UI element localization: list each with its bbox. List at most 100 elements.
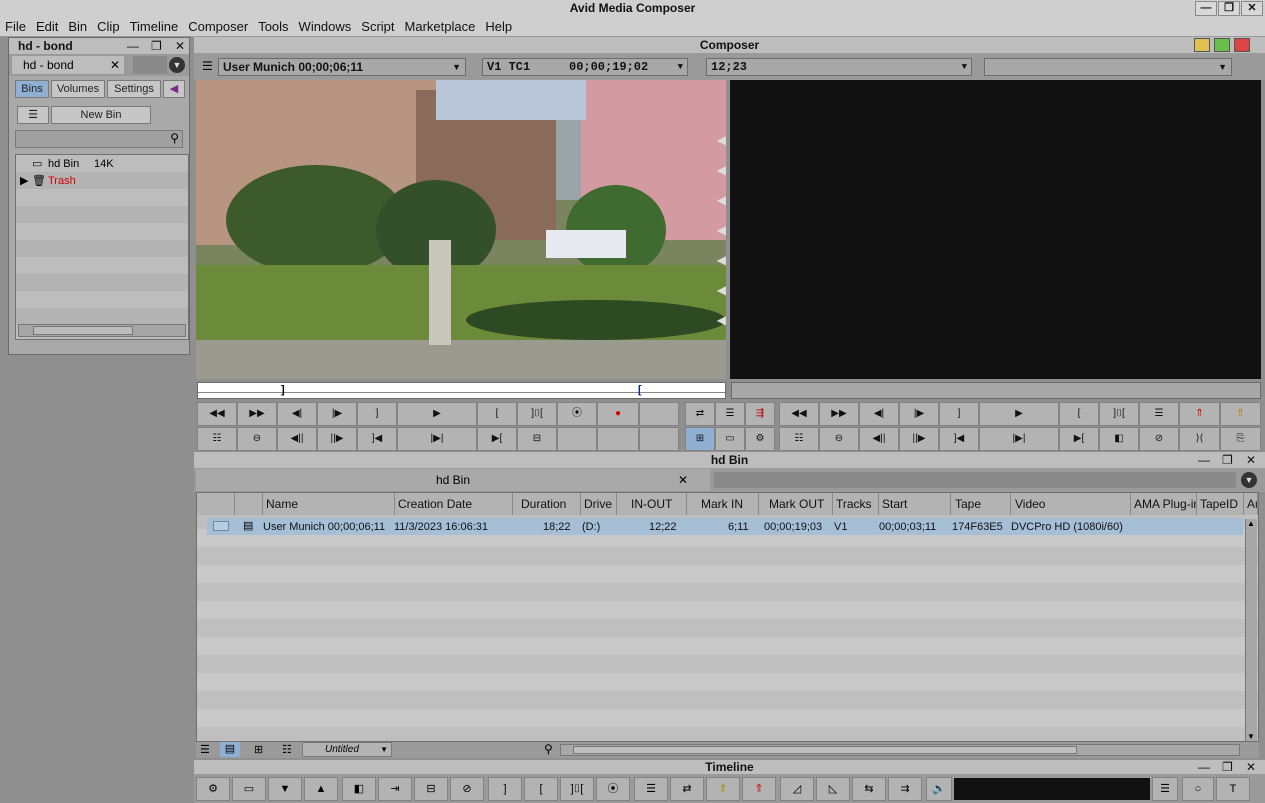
mark-out-button[interactable]: ]: [357, 402, 397, 426]
record-monitor[interactable]: [730, 80, 1261, 379]
sync-button[interactable]: ⊟: [517, 427, 557, 451]
column-header-icon[interactable]: [235, 493, 263, 515]
bin-horizontal-scrollbar[interactable]: [560, 744, 1240, 756]
tab-volumes[interactable]: Volumes: [51, 80, 105, 98]
menu-timeline[interactable]: Timeline: [125, 17, 184, 37]
menu-clip[interactable]: Clip: [92, 17, 124, 37]
close-button[interactable]: ✕: [1241, 1, 1263, 16]
scroll-thumb[interactable]: [573, 746, 1077, 754]
project-close-button[interactable]: ✕: [175, 38, 185, 54]
record-go-in-button[interactable]: ]◀: [939, 427, 979, 451]
timeline-monitor-icon[interactable]: ▭: [232, 777, 266, 801]
fast-menu-icon[interactable]: ☰: [202, 59, 213, 73]
record-step-forward-button[interactable]: |▶: [899, 402, 939, 426]
record-mark-clip-button[interactable]: ]⌷[: [1099, 402, 1139, 426]
record-link-button[interactable]: ⊖: [819, 427, 859, 451]
empty-button-3[interactable]: [597, 427, 639, 451]
record-mark-out-button[interactable]: ]: [939, 402, 979, 426]
timeline-down-icon[interactable]: ▼: [268, 777, 302, 801]
position-indicator[interactable]: [: [638, 384, 642, 396]
list-item[interactable]: ▶ 🗑 Trash: [20, 174, 180, 189]
timeline-up-icon[interactable]: ▲: [304, 777, 338, 801]
new-bin-button[interactable]: New Bin: [51, 106, 151, 124]
menu-windows[interactable]: Windows: [294, 17, 357, 37]
timeline-segment-red-icon[interactable]: ◺: [816, 777, 850, 801]
search-icon[interactable]: ⚲: [170, 131, 179, 145]
column-header-tape[interactable]: Tape: [951, 493, 1011, 515]
list-item[interactable]: ▭ hd Bin 14K: [20, 157, 180, 172]
timeline-close-button[interactable]: ✕: [1246, 760, 1256, 774]
text-tool-icon[interactable]: T: [1216, 777, 1250, 801]
clear-marks-button[interactable]: ⦿: [557, 402, 597, 426]
column-header-drive[interactable]: Drive: [581, 493, 617, 515]
bin-menu-icon[interactable]: ▼: [1241, 472, 1257, 488]
link-button[interactable]: ⊖: [237, 427, 277, 451]
bin-maximize-button[interactable]: ❐: [1222, 452, 1233, 468]
close-icon[interactable]: ✕: [110, 56, 120, 74]
horizontal-scrollbar[interactable]: [18, 324, 186, 337]
composer-maximize-button[interactable]: [1214, 38, 1230, 52]
timeline-toggle-icon[interactable]: ○: [1182, 777, 1214, 801]
frame-view-icon[interactable]: ⊞: [254, 743, 263, 756]
step-back-button[interactable]: ◀|: [277, 402, 317, 426]
column-header-ama-plugin[interactable]: AMA Plug-in: [1131, 493, 1197, 515]
rewind-button[interactable]: ◀◀: [197, 402, 237, 426]
menu-bin[interactable]: Bin: [63, 17, 92, 37]
mark-clip-button[interactable]: ]⌷[: [517, 402, 557, 426]
timeline-mark-in-icon[interactable]: [: [524, 777, 558, 801]
go-to-in-button[interactable]: ]◀: [357, 427, 397, 451]
project-tab[interactable]: hd - bond ✕: [12, 56, 124, 74]
go-to-out-button[interactable]: ▶[: [477, 427, 517, 451]
bin-minimize-button[interactable]: —: [1198, 452, 1210, 468]
source-clip-menu[interactable]: User Munich 00;00;06;11 ▼: [218, 58, 466, 76]
column-header-audio[interactable]: Au: [1244, 493, 1258, 515]
menu-tools[interactable]: Tools: [253, 17, 293, 37]
record-go-out-button[interactable]: ▶[: [1059, 427, 1099, 451]
splice-in-button[interactable]: ⇄: [685, 402, 715, 426]
column-header-mark-out[interactable]: Mark OUT: [759, 493, 833, 515]
record-extract-button[interactable]: ⇑: [1220, 402, 1261, 426]
speaker-icon[interactable]: 🔈: [926, 777, 952, 801]
timeline-segment-icon[interactable]: ◿: [780, 777, 814, 801]
timeline-mark-clip-icon[interactable]: ]⌷[: [560, 777, 594, 801]
source-position-bar[interactable]: ] [: [197, 382, 726, 399]
tracking-display[interactable]: V1 TC1 00;00;19;02 ▼: [482, 58, 688, 76]
tab-menu-icon[interactable]: ▼: [169, 57, 185, 73]
scroll-thumb[interactable]: [33, 326, 133, 335]
menu-marketplace[interactable]: Marketplace: [400, 17, 481, 37]
script-view-icon[interactable]: ☷: [282, 743, 292, 756]
scroll-down-icon[interactable]: ▼: [1247, 732, 1255, 741]
fast-forward-button[interactable]: ▶▶: [237, 402, 277, 426]
search-icon[interactable]: ⚲: [544, 742, 553, 756]
project-maximize-button[interactable]: ❐: [151, 38, 162, 54]
column-header-start[interactable]: Start: [879, 493, 951, 515]
add-edit-button[interactable]: ◧: [1099, 427, 1139, 451]
column-header-tapeid[interactable]: TapeID: [1197, 493, 1244, 515]
record-next-button[interactable]: ||▶: [899, 427, 939, 451]
menu-edit[interactable]: Edit: [31, 17, 63, 37]
lift-button[interactable]: ⇶: [745, 402, 775, 426]
search-input[interactable]: ⚲: [15, 130, 183, 148]
close-icon[interactable]: ✕: [678, 469, 688, 491]
timeline-extract-icon[interactable]: ⇑: [706, 777, 740, 801]
bin-tab[interactable]: hd Bin ✕: [196, 469, 710, 491]
timeline-effect-icon[interactable]: ◧: [342, 777, 376, 801]
record-button[interactable]: ●: [597, 402, 639, 426]
tab-bins[interactable]: Bins: [15, 80, 49, 98]
match-frame-button[interactable]: ⎘: [1220, 427, 1261, 451]
timeline-no-entry-icon[interactable]: ⊘: [450, 777, 484, 801]
settings-icon[interactable]: ⚙: [745, 427, 775, 451]
timeline-trim-icon[interactable]: ⇉: [888, 777, 922, 801]
expand-icon[interactable]: ▶: [20, 174, 28, 189]
go-prev-button[interactable]: ◀||: [277, 427, 317, 451]
column-header-duration[interactable]: Duration: [513, 493, 581, 515]
empty-button-2[interactable]: [557, 427, 597, 451]
overwrite-button[interactable]: ☰: [715, 402, 745, 426]
record-position-bar[interactable]: [731, 382, 1261, 399]
menu-script[interactable]: Script: [356, 17, 399, 37]
record-fast-forward-button[interactable]: ▶▶: [819, 402, 859, 426]
record-play-to-out-button[interactable]: |▶|: [979, 427, 1059, 451]
text-view-icon[interactable]: ▤: [220, 742, 240, 757]
no-entry-icon[interactable]: ⊘: [1139, 427, 1179, 451]
record-play-button[interactable]: ▶: [979, 402, 1059, 426]
